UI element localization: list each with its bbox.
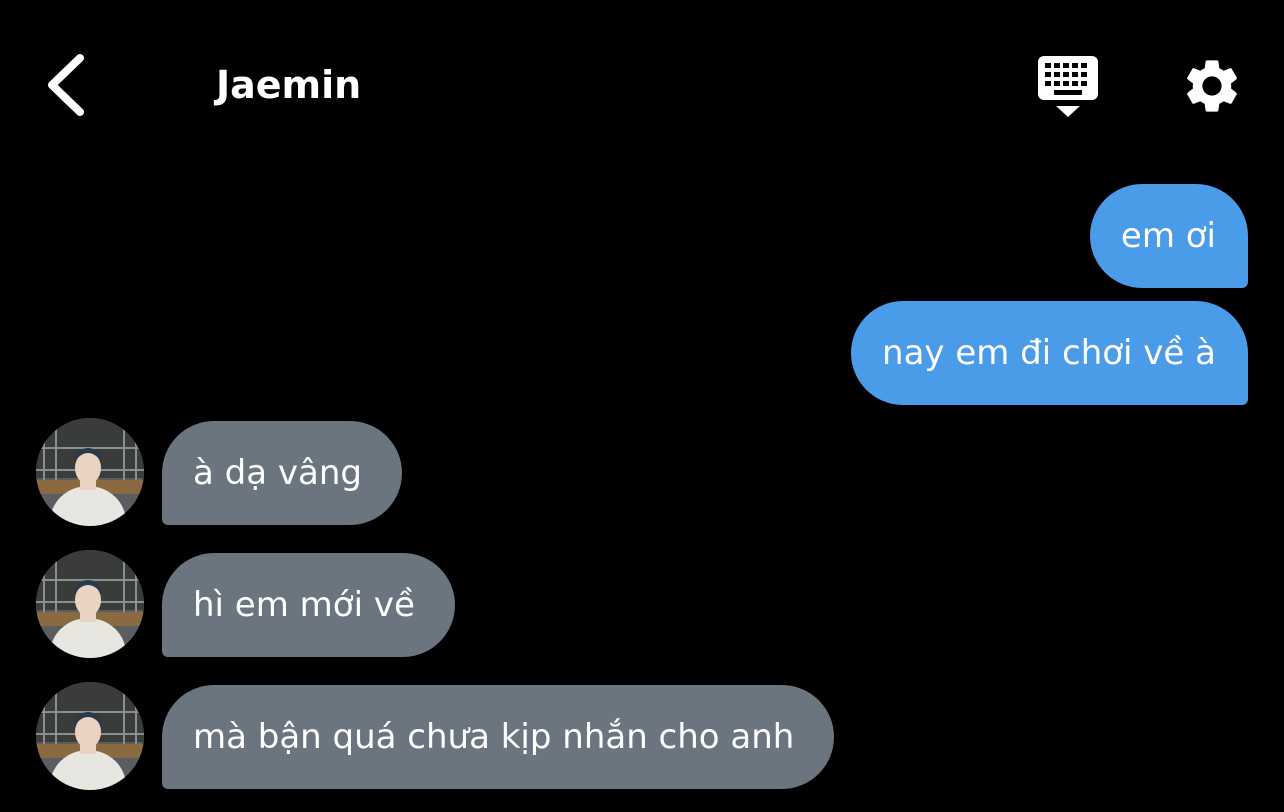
avatar[interactable] — [36, 418, 144, 526]
settings-button[interactable] — [1180, 54, 1244, 118]
incoming-message-bubble[interactable]: à dạ vâng — [162, 421, 402, 525]
contact-photo — [36, 682, 144, 790]
contact-name: Jaemin — [216, 63, 362, 107]
chat-header: Jaemin — [0, 0, 1284, 170]
avatar[interactable] — [36, 682, 144, 790]
chevron-left-icon — [48, 54, 84, 116]
avatar[interactable] — [36, 550, 144, 658]
message-text: nay em đi chơi về à — [882, 333, 1216, 373]
outgoing-message-bubble[interactable]: nay em đi chơi về à — [851, 301, 1248, 405]
message-text: hì em mới về — [193, 585, 415, 625]
outgoing-message-bubble[interactable]: em ơi — [1089, 184, 1248, 288]
back-button[interactable] — [36, 50, 96, 120]
incoming-message-bubble[interactable]: mà bận quá chưa kịp nhắn cho anh — [162, 685, 835, 789]
gear-icon — [1187, 60, 1237, 112]
incoming-message-bubble[interactable]: hì em mới về — [162, 553, 455, 657]
contact-photo — [36, 550, 144, 658]
message-text: em ơi — [1120, 216, 1216, 256]
message-text: à dạ vâng — [193, 453, 362, 493]
keyboard-toggle-button[interactable] — [1034, 54, 1102, 120]
keyboard-icon — [1038, 56, 1098, 117]
message-text: mà bận quá chưa kịp nhắn cho anh — [193, 717, 795, 757]
contact-photo — [36, 418, 144, 526]
